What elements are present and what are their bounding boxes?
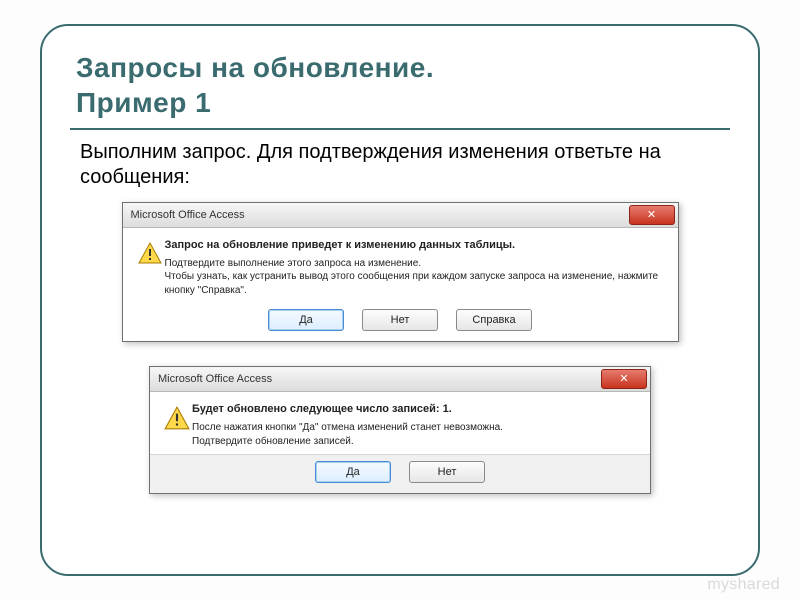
- dialog1-yes-button[interactable]: Да: [268, 309, 344, 331]
- watermark: myshared: [707, 576, 780, 594]
- warning-icon: [162, 402, 192, 448]
- dialog1-headline: Запрос на обновление приведет к изменени…: [165, 238, 666, 253]
- dialog2-app-title: Microsoft Office Access: [158, 373, 272, 385]
- dialog1-button-row: Да Нет Справка: [123, 303, 678, 341]
- dialog1-no-button[interactable]: Нет: [362, 309, 438, 331]
- button-label: Да: [299, 314, 313, 326]
- close-icon: ✕: [619, 374, 628, 385]
- title-divider: [70, 128, 730, 130]
- warning-icon: [135, 238, 165, 297]
- dialog2-line2: Подтвердите обновление записей.: [192, 435, 638, 449]
- dialog2-yes-button[interactable]: Да: [315, 461, 391, 483]
- dialog2-close-button[interactable]: ✕: [601, 369, 647, 389]
- dialog1-close-button[interactable]: ✕: [629, 205, 675, 225]
- dialog2-line1: После нажатия кнопки "Да" отмена изменен…: [192, 421, 638, 435]
- dialog2-headline: Будет обновлено следующее число записей:…: [192, 402, 638, 417]
- dialog1-line2: Чтобы узнать, как устранить вывод этого …: [165, 270, 666, 297]
- dialog2-button-row: Да Нет: [150, 454, 650, 493]
- dialog-confirm-records: Microsoft Office Access ✕ Будет обновлен…: [149, 366, 651, 494]
- dialog1-body: Запрос на обновление приведет к изменени…: [123, 228, 678, 303]
- lead-paragraph: Выполним запрос. Для подтверждения измен…: [80, 140, 720, 190]
- button-label: Да: [346, 466, 360, 478]
- title-line-1: Запросы на обновление.: [76, 52, 434, 83]
- close-icon: ✕: [647, 210, 656, 221]
- dialog2-titlebar: Microsoft Office Access ✕: [150, 367, 650, 392]
- dialog2-no-button[interactable]: Нет: [409, 461, 485, 483]
- dialog1-line1: Подтвердите выполнение этого запроса на …: [165, 257, 666, 271]
- dialog1-app-title: Microsoft Office Access: [131, 209, 245, 221]
- dialog1-titlebar: Microsoft Office Access ✕: [123, 203, 678, 228]
- button-label: Нет: [438, 466, 457, 478]
- dialog1-help-button[interactable]: Справка: [456, 309, 532, 331]
- title-line-2: Пример 1: [76, 87, 211, 118]
- button-label: Справка: [472, 314, 515, 326]
- dialog2-body: Будет обновлено следующее число записей:…: [150, 392, 650, 454]
- dialog-update-warning: Microsoft Office Access ✕ Запрос на обно…: [122, 202, 679, 342]
- slide-title: Запросы на обновление. Пример 1: [76, 50, 730, 120]
- dialog1-text: Запрос на обновление приведет к изменени…: [165, 238, 666, 297]
- dialog2-text: Будет обновлено следующее число записей:…: [192, 402, 638, 448]
- button-label: Нет: [391, 314, 410, 326]
- slide-frame: Запросы на обновление. Пример 1 Выполним…: [40, 24, 760, 576]
